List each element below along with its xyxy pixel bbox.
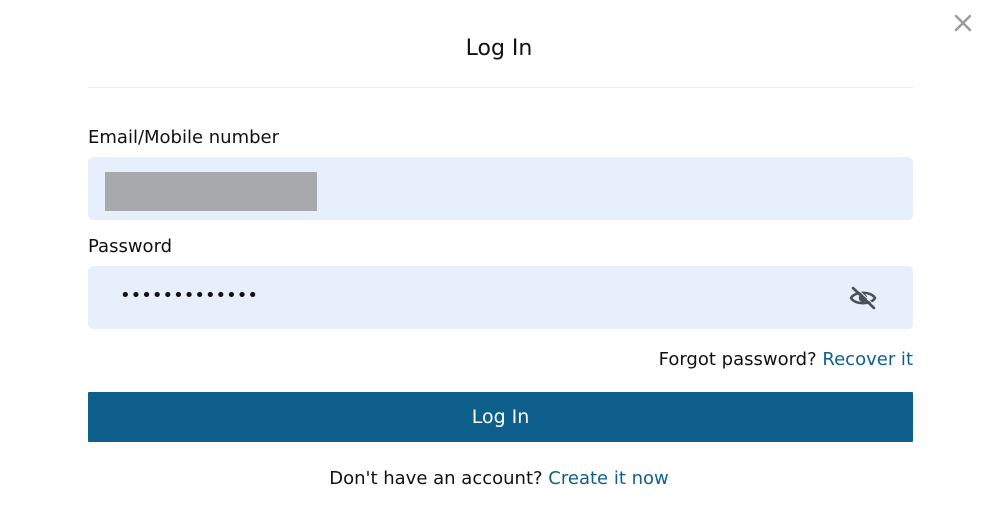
password-label: Password [88,236,173,257]
forgot-password-row: Forgot password? Recover it [659,348,913,372]
signup-text: Don't have an account? [329,468,543,489]
forgot-password-text: Forgot password? [658,349,817,370]
close-button[interactable] [952,12,974,34]
login-dialog: Log In Email/Mobile number Password ••••… [0,0,998,520]
email-value-redacted [105,172,317,211]
email-field[interactable] [88,157,913,220]
close-icon [954,14,972,32]
dialog-title: Log In [465,36,533,61]
eye-off-icon [849,285,877,310]
email-label: Email/Mobile number [88,127,280,148]
login-button[interactable]: Log In [88,392,913,442]
create-account-link[interactable]: Create it now [548,468,668,489]
password-visibility-toggle[interactable] [848,285,878,311]
title-divider [88,87,913,88]
password-value: ••••••••••••• [120,285,259,306]
password-field[interactable]: ••••••••••••• [88,266,913,329]
signup-row: Don't have an account? Create it now [0,467,998,491]
recover-link[interactable]: Recover it [822,349,913,370]
